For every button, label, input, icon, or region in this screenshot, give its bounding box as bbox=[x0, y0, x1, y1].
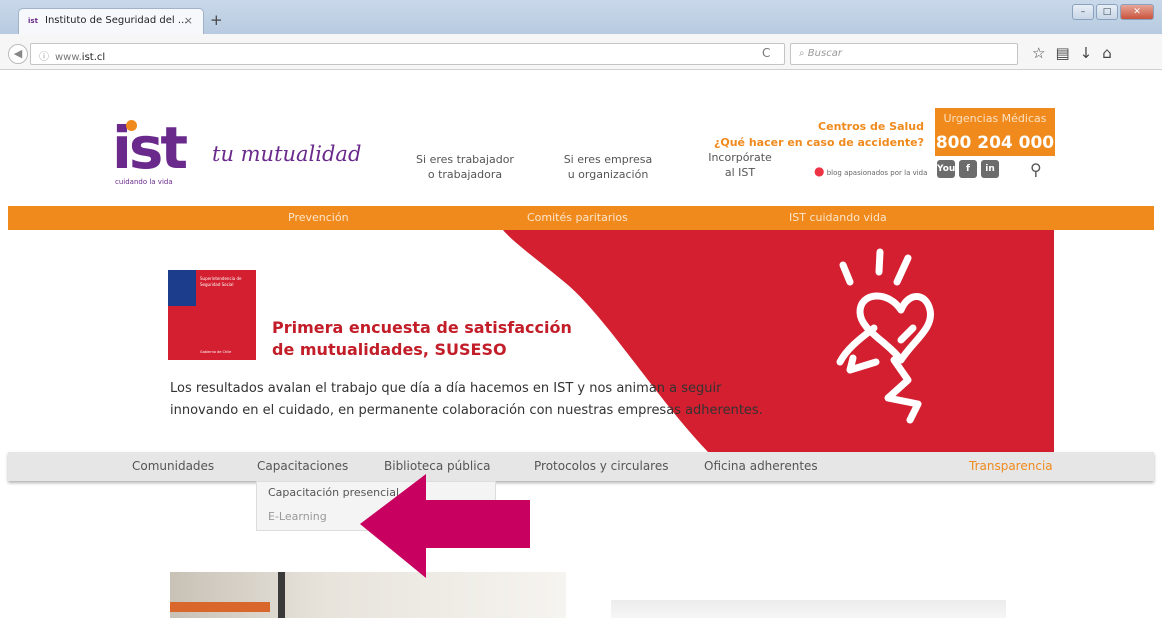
window-controls: – □ ✕ bbox=[1072, 4, 1154, 22]
header-link-line: u organización bbox=[567, 168, 649, 181]
maximize-button[interactable]: □ bbox=[1096, 4, 1118, 20]
centros-salud-link[interactable]: Centros de Salud bbox=[660, 119, 924, 135]
close-window-button[interactable]: ✕ bbox=[1120, 4, 1154, 20]
new-tab-button[interactable]: + bbox=[210, 11, 223, 29]
social-links: You f in bbox=[937, 160, 999, 178]
search-placeholder: Buscar bbox=[807, 48, 842, 59]
sub-nav-oficina[interactable]: Oficina adherentes bbox=[704, 459, 818, 473]
blog-link[interactable]: ● blog apasionados por la vida bbox=[814, 164, 927, 178]
centros-salud-block: Centros de Salud ¿Qué hacer en caso de a… bbox=[660, 119, 924, 151]
urgencias-phone[interactable]: 800 204 000 bbox=[935, 130, 1055, 156]
main-nav-prevencion[interactable]: Prevención bbox=[288, 211, 349, 224]
reading-list-icon[interactable]: ▤ bbox=[1055, 44, 1069, 62]
content-image-right[interactable] bbox=[611, 600, 1006, 618]
header-link-line: Incorpórate bbox=[708, 151, 772, 164]
sub-nav-comunidades[interactable]: Comunidades bbox=[132, 459, 214, 473]
url-bar[interactable]: ⓘ www.ist.cl bbox=[30, 43, 785, 65]
minimize-button[interactable]: – bbox=[1072, 4, 1094, 20]
url-host-prefix: www. bbox=[55, 52, 82, 63]
url-host: ist.cl bbox=[81, 52, 106, 63]
logo-slogan: tu mutualidad bbox=[212, 142, 362, 166]
image-pole bbox=[278, 572, 285, 618]
main-nav-comites[interactable]: Comités paritarios bbox=[527, 211, 628, 224]
main-nav-ist-cuidando[interactable]: IST cuidando vida bbox=[789, 211, 887, 224]
logo-tagline: cuidando la vida bbox=[115, 178, 173, 186]
banner-body: Los resultados avalan el trabajo que día… bbox=[170, 378, 810, 422]
chile-flag-block bbox=[168, 270, 196, 306]
reload-icon[interactable]: C bbox=[762, 46, 770, 60]
ist-logo[interactable]: ist bbox=[112, 119, 188, 177]
site-info-icon[interactable]: ⓘ bbox=[39, 52, 49, 63]
que-hacer-link[interactable]: ¿Qué hacer en caso de accidente? bbox=[660, 135, 924, 151]
blog-label: blog bbox=[826, 169, 842, 177]
image-stripe bbox=[170, 602, 270, 612]
suseso-badge-footer: Gobierno de Chile bbox=[200, 350, 232, 354]
annotation-arrow-icon bbox=[360, 474, 530, 578]
tab-title: Instituto de Seguridad del ... bbox=[45, 15, 188, 26]
tab-favicon-icon: ist bbox=[28, 17, 38, 25]
body-line: Los resultados avalan el trabajo que día… bbox=[170, 381, 722, 396]
tab-close-icon[interactable]: × bbox=[184, 14, 193, 27]
suseso-badge: Superintendencia de Seguridad Social Gob… bbox=[168, 270, 256, 360]
browser-search-input[interactable]: ⌕ Buscar bbox=[790, 43, 1018, 65]
header-link-line: Si eres empresa bbox=[563, 153, 653, 166]
site-search-icon[interactable]: ⚲ bbox=[1030, 160, 1042, 179]
header-link-trabajador[interactable]: Si eres trabajador o trabajadora bbox=[395, 152, 535, 182]
download-icon[interactable]: ↓ bbox=[1080, 44, 1093, 62]
header-link-line: al IST bbox=[724, 166, 756, 179]
toolbar-icons: ☆ ▤ ↓ ⌂ bbox=[1032, 44, 1112, 62]
header-link-empresa[interactable]: Si eres empresa u organización bbox=[538, 152, 678, 182]
blog-tagline: apasionados por la vida bbox=[844, 169, 928, 177]
bookmark-star-icon[interactable]: ☆ bbox=[1032, 44, 1045, 62]
banner-headline: Primera encuesta de satisfacción de mutu… bbox=[272, 317, 572, 361]
linkedin-icon[interactable]: in bbox=[981, 160, 999, 178]
headline-line: de mutualidades, SUSESO bbox=[272, 340, 507, 359]
dropdown-item-elearning[interactable]: E-Learning bbox=[268, 510, 327, 523]
logo-dot bbox=[126, 120, 137, 131]
body-line: innovando en el cuidado, en permanente c… bbox=[170, 403, 763, 418]
sub-nav-transparencia[interactable]: Transparencia bbox=[969, 459, 1053, 473]
headline-line: Primera encuesta de satisfacción bbox=[272, 318, 572, 337]
urgencias-label[interactable]: Urgencias Médicas bbox=[935, 108, 1055, 130]
search-icon: ⌕ bbox=[799, 48, 808, 59]
header-link-line: Si eres trabajador bbox=[416, 153, 514, 166]
sub-nav-biblioteca[interactable]: Biblioteca pública bbox=[384, 459, 491, 473]
header-link-incorporate[interactable]: Incorpórate al IST bbox=[690, 150, 790, 180]
facebook-icon[interactable]: f bbox=[959, 160, 977, 178]
back-button[interactable]: ◀ bbox=[8, 44, 28, 64]
home-icon[interactable]: ⌂ bbox=[1102, 44, 1112, 62]
blog-bubble-icon: ● bbox=[814, 164, 825, 178]
suseso-badge-text: Superintendencia de Seguridad Social bbox=[200, 276, 242, 287]
browser-tab[interactable]: ist Instituto de Seguridad del ... × bbox=[18, 8, 204, 34]
header-link-line: o trabajadora bbox=[427, 168, 503, 181]
youtube-icon[interactable]: You bbox=[937, 160, 955, 178]
sub-nav-capacitaciones[interactable]: Capacitaciones bbox=[257, 459, 348, 473]
sub-nav-protocolos[interactable]: Protocolos y circulares bbox=[534, 459, 668, 473]
